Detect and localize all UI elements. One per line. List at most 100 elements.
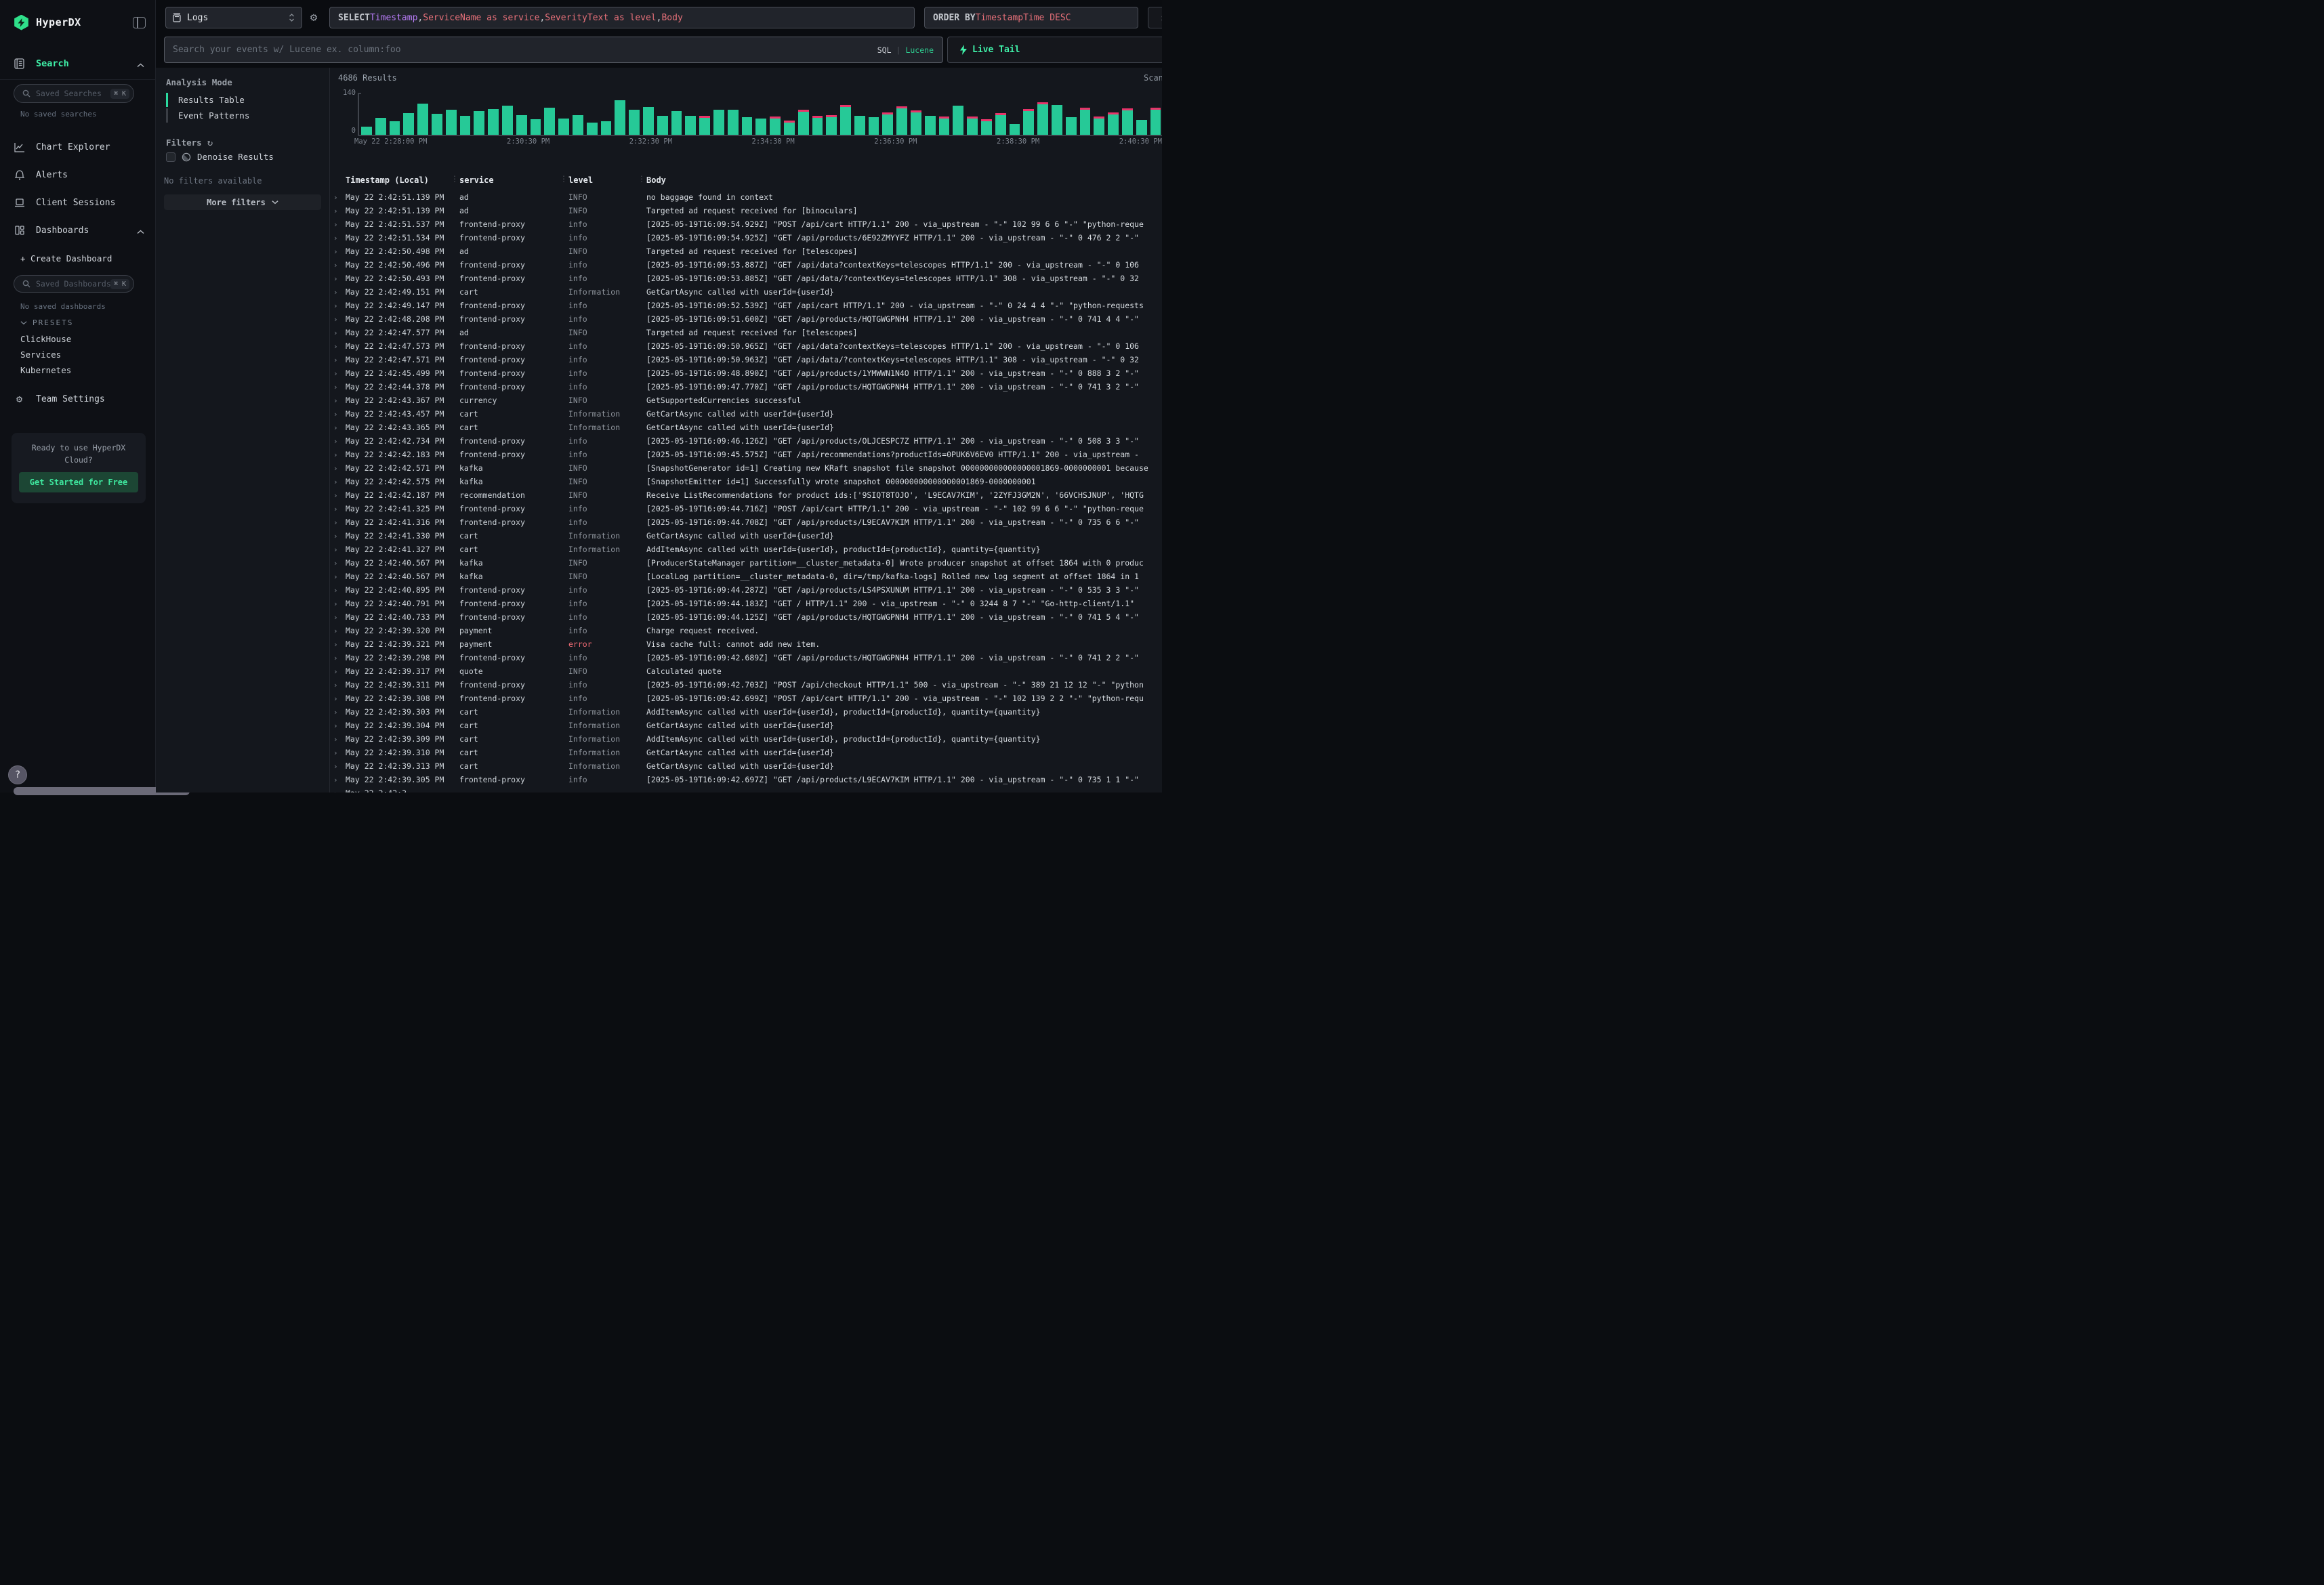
histogram-bar[interactable]	[812, 95, 823, 135]
log-row[interactable]: ›May 22 2:42:50.498 PMadINFOTargeted ad …	[330, 245, 1162, 258]
row-expand-chevron-icon[interactable]: ›	[333, 762, 346, 771]
histogram-bar[interactable]	[755, 95, 766, 135]
log-row[interactable]: ›May 22 2:42:47.571 PMfrontend-proxyinfo…	[330, 353, 1162, 366]
saved-dashboards-input[interactable]	[36, 279, 110, 289]
histogram-bar[interactable]	[601, 95, 612, 135]
row-expand-chevron-icon[interactable]: ›	[333, 491, 346, 500]
histogram-bar[interactable]	[1080, 95, 1091, 135]
row-expand-chevron-icon[interactable]: ›	[333, 315, 346, 324]
sidebar-item-preset[interactable]: Kubernetes	[20, 365, 71, 375]
histogram-bar[interactable]	[1094, 95, 1104, 135]
sidebar-item-chart-explorer[interactable]: Chart Explorer	[0, 139, 155, 155]
row-expand-chevron-icon[interactable]: ›	[333, 274, 346, 283]
log-row[interactable]: ›May 22 2:42:43.367 PMcurrencyINFOGetSup…	[330, 394, 1162, 407]
row-expand-chevron-icon[interactable]: ›	[333, 586, 346, 595]
log-row[interactable]: ›May 22 2:42:40.733 PMfrontend-proxyinfo…	[330, 610, 1162, 624]
log-row[interactable]: ›May 22 2:42:44.378 PMfrontend-proxyinfo…	[330, 380, 1162, 394]
row-expand-chevron-icon[interactable]: ›	[333, 261, 346, 270]
log-row[interactable]: ›May 22 2:42:39.313 PMcartInformationGet…	[330, 759, 1162, 773]
event-search-input[interactable]	[165, 45, 877, 55]
row-expand-chevron-icon[interactable]: ›	[333, 450, 346, 459]
histogram-bar[interactable]	[558, 95, 569, 135]
source-select[interactable]: Logs	[165, 7, 302, 28]
log-row[interactable]: ›May 22 2:42:42.575 PMkafkaINFO[Snapshot…	[330, 475, 1162, 488]
source-settings-gear-icon[interactable]: ⚙	[306, 7, 321, 28]
log-row[interactable]: ›May 22 2:42:49.147 PMfrontend-proxyinfo…	[330, 299, 1162, 312]
histogram-bar[interactable]	[1023, 95, 1034, 135]
histogram-bar[interactable]	[587, 95, 598, 135]
log-row[interactable]: ›May 22 2:42:39.305 PMfrontend-proxyinfo…	[330, 773, 1162, 786]
histogram-bar[interactable]	[403, 95, 414, 135]
row-expand-chevron-icon[interactable]: ›	[333, 329, 346, 337]
saved-dashboards-search[interactable]: ⌘ K	[14, 275, 134, 293]
log-row[interactable]: ›May 22 2:42:39.320 PMpaymentinfoCharge …	[330, 624, 1162, 637]
log-row[interactable]: ›May 22 2:42:40.567 PMkafkaINFO[LocalLog…	[330, 570, 1162, 583]
histogram-bar[interactable]	[840, 95, 851, 135]
log-row[interactable]: ›May 22 2:42:51.537 PMfrontend-proxyinfo…	[330, 217, 1162, 231]
histogram-bar[interactable]	[742, 95, 753, 135]
histogram-bar[interactable]	[953, 95, 963, 135]
denoise-results-option[interactable]: Denoise Results	[166, 152, 274, 162]
column-service[interactable]: ⋮service	[459, 175, 568, 185]
histogram-bar[interactable]	[685, 95, 696, 135]
histogram-bar[interactable]	[488, 95, 499, 135]
histogram-bar[interactable]	[1010, 95, 1020, 135]
histogram-bar[interactable]	[925, 95, 936, 135]
histogram-bar[interactable]	[826, 95, 837, 135]
histogram-bar[interactable]	[869, 95, 879, 135]
row-expand-chevron-icon[interactable]: ›	[333, 572, 346, 581]
row-expand-chevron-icon[interactable]: ›	[333, 694, 346, 703]
row-expand-chevron-icon[interactable]: ›	[333, 410, 346, 419]
log-row[interactable]: ›May 22 2:42:47.573 PMfrontend-proxyinfo…	[330, 339, 1162, 353]
histogram-bar[interactable]	[502, 95, 513, 135]
mode-results-table[interactable]: Results Table	[166, 92, 323, 108]
log-row[interactable]: ›May 22 2:42:45.499 PMfrontend-proxyinfo…	[330, 366, 1162, 380]
row-expand-chevron-icon[interactable]: ›	[333, 342, 346, 351]
get-started-button[interactable]: Get Started for Free	[19, 472, 138, 492]
log-row[interactable]: ›May 22 2:42:43.365 PMcartInformationGet…	[330, 421, 1162, 434]
lang-sql-option[interactable]: SQL	[877, 45, 892, 55]
save-button[interactable]: Save	[1148, 7, 1162, 28]
log-row[interactable]: ›May 22 2:42:39.304 PMcartInformationGet…	[330, 719, 1162, 732]
sidebar-item-preset[interactable]: ClickHouse	[20, 334, 71, 344]
orderby-query-input[interactable]: ORDER BY TimestampTime DESC	[924, 7, 1138, 28]
create-dashboard-button[interactable]: + Create Dashboard	[20, 253, 112, 263]
row-expand-chevron-icon[interactable]: ›	[333, 288, 346, 297]
row-expand-chevron-icon[interactable]: ›	[333, 505, 346, 513]
histogram-bar[interactable]	[671, 95, 682, 135]
sidebar-item-preset[interactable]: Services	[20, 350, 61, 360]
column-resize-handle[interactable]: ⋮	[638, 174, 646, 184]
log-row[interactable]: ›May 22 2:42:39.321 PMpaymenterrorVisa c…	[330, 637, 1162, 651]
denoise-checkbox[interactable]	[166, 152, 175, 162]
log-row[interactable]: ›May 22 2:42:3	[330, 786, 1162, 792]
histogram-bar[interactable]	[770, 95, 781, 135]
histogram-bar[interactable]	[1150, 95, 1161, 135]
log-row[interactable]: ›May 22 2:42:39.317 PMquoteINFOCalculate…	[330, 664, 1162, 678]
log-row[interactable]: ›May 22 2:42:39.311 PMfrontend-proxyinfo…	[330, 678, 1162, 692]
histogram-bar[interactable]	[615, 95, 625, 135]
histogram-bar[interactable]	[728, 95, 739, 135]
histogram-bar[interactable]	[1052, 95, 1062, 135]
row-expand-chevron-icon[interactable]: ›	[333, 396, 346, 405]
histogram-bar[interactable]	[981, 95, 992, 135]
histogram-bar[interactable]	[417, 95, 428, 135]
histogram-bar[interactable]	[854, 95, 865, 135]
histogram-bar[interactable]	[460, 95, 471, 135]
row-expand-chevron-icon[interactable]: ›	[333, 708, 346, 717]
log-row[interactable]: ›May 22 2:42:48.208 PMfrontend-proxyinfo…	[330, 312, 1162, 326]
presets-toggle[interactable]: PRESETS	[20, 318, 73, 327]
row-expand-chevron-icon[interactable]: ›	[333, 532, 346, 541]
column-resize-handle[interactable]: ⋮	[560, 174, 568, 184]
log-row[interactable]: ›May 22 2:42:51.139 PMadINFOTargeted ad …	[330, 204, 1162, 217]
log-row[interactable]: ›May 22 2:42:39.308 PMfrontend-proxyinfo…	[330, 692, 1162, 705]
row-expand-chevron-icon[interactable]: ›	[333, 667, 346, 676]
log-row[interactable]: ›May 22 2:42:41.325 PMfrontend-proxyinfo…	[330, 502, 1162, 515]
log-row[interactable]: ›May 22 2:42:49.151 PMcartInformationGet…	[330, 285, 1162, 299]
saved-searches-search[interactable]: ⌘ K	[14, 84, 134, 103]
row-expand-chevron-icon[interactable]: ›	[333, 220, 346, 229]
row-expand-chevron-icon[interactable]: ›	[333, 478, 346, 486]
histogram-bar[interactable]	[390, 95, 400, 135]
log-row[interactable]: ›May 22 2:42:41.330 PMcartInformationGet…	[330, 529, 1162, 543]
column-resize-handle[interactable]: ⋮	[451, 174, 459, 184]
row-expand-chevron-icon[interactable]: ›	[333, 545, 346, 554]
